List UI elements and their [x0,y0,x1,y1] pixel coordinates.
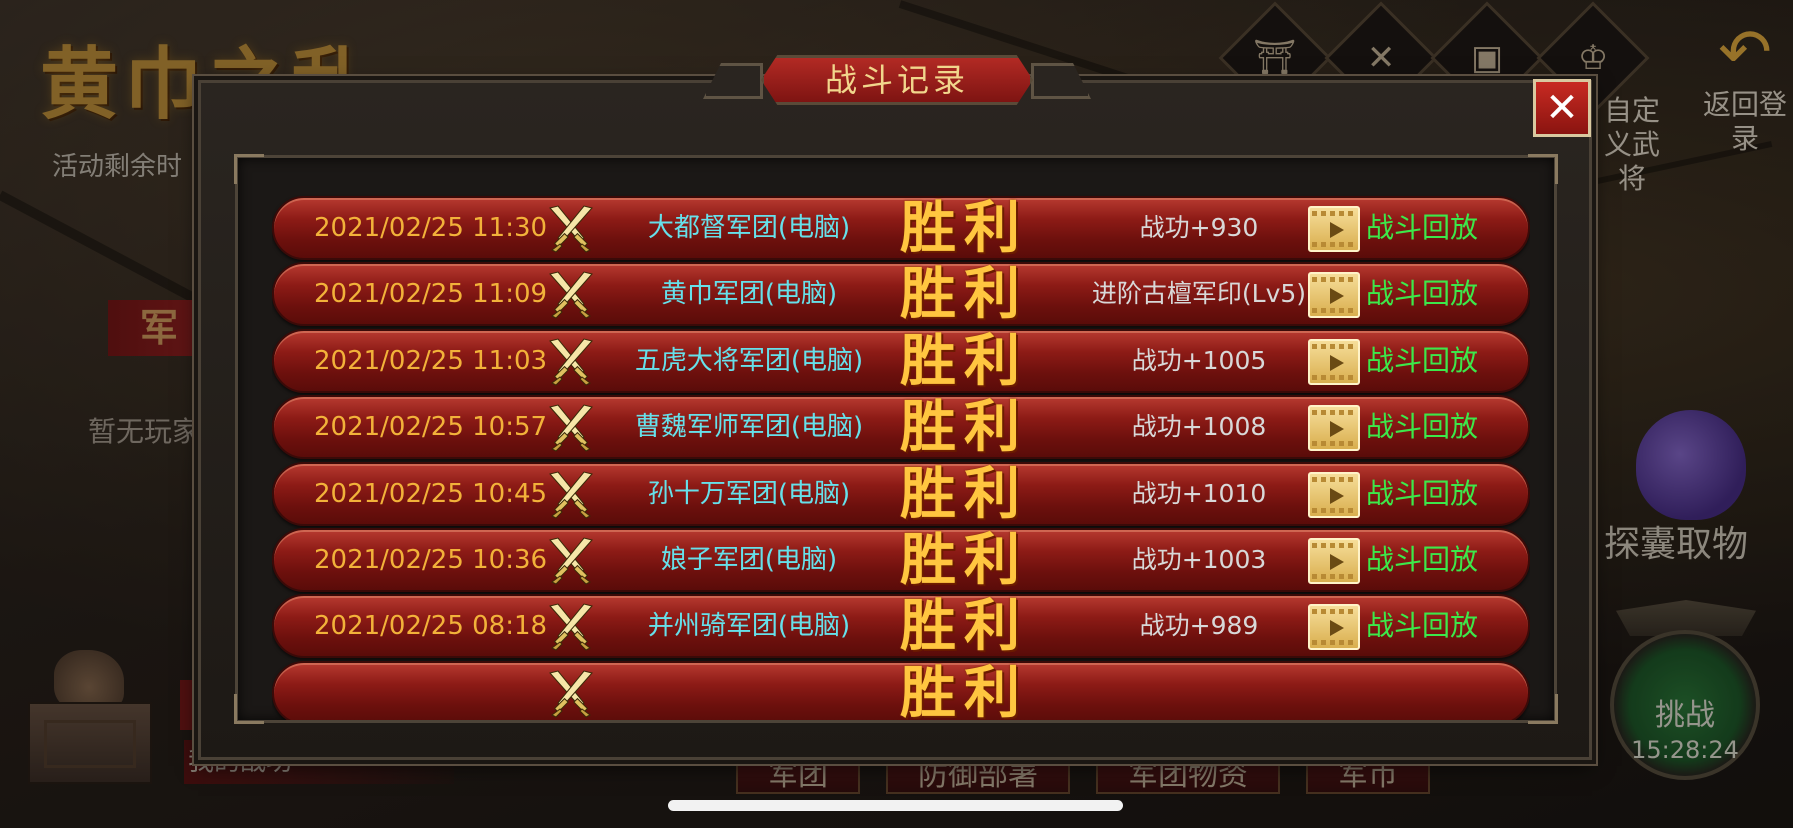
modal-title: 战斗记录 [761,55,1033,105]
frame-corner [1528,694,1558,724]
crossed-swords-icon [549,338,593,386]
replay-button[interactable]: 战斗回放 [1366,331,1478,391]
close-icon: ✕ [1545,85,1579,131]
record-reward: 战功+989 [1139,611,1259,641]
crossed-swords-icon [549,404,593,452]
crossed-swords-icon [549,205,593,253]
crossed-swords-icon [549,670,593,718]
record-result: 胜利 [900,394,1028,461]
record-result: 胜利 [900,593,1028,660]
record-result: 胜利 [900,261,1028,328]
replay-button[interactable]: 战斗回放 [1366,264,1478,324]
record-time: 2021/02/25 10:36 [314,545,548,575]
record-result: 胜利 [900,327,1028,394]
record-result: 胜利 [900,659,1028,720]
crossed-swords-icon [549,537,593,585]
frame-corner [234,694,264,724]
replay-film-icon[interactable] [1308,471,1360,518]
replay-button[interactable]: 战斗回放 [1366,198,1478,258]
battle-record-row: 2021/02/25 10:57 曹魏军师军团(电脑) 胜利 战功+1008 战… [272,394,1530,461]
record-opponent: 黄巾军团(电脑) [660,279,838,310]
replay-button[interactable]: 战斗回放 [1366,464,1478,524]
crossed-swords-icon [549,603,593,651]
replay-button[interactable]: 战斗回放 [1366,596,1478,656]
record-opponent: 并州骑军团(电脑) [647,611,851,642]
record-opponent: 娘子军团(电脑) [660,545,838,575]
record-opponent: 孙十万军团(电脑) [647,478,851,509]
battle-record-row: 2021/02/25 11:09 黄巾军团(电脑) 胜利 进阶古檀军印(Lv5)… [272,261,1530,328]
replay-film-icon[interactable] [1308,604,1360,651]
record-opponent: 大都督军团(电脑) [647,213,851,243]
replay-button[interactable]: 战斗回放 [1366,397,1478,457]
record-time: 2021/02/25 11:09 [314,279,548,310]
record-time: 2021/02/25 08:18 [314,611,548,642]
record-time: 2021/02/25 10:57 [314,412,548,443]
record-reward: 进阶古檀军印(Lv5) [1091,279,1307,309]
record-opponent: 五虎大将军团(电脑) [634,345,864,376]
record-result: 胜利 [900,460,1028,527]
battle-record-row: 2021/02/25 11:30 大都督军团(电脑) 胜利 战功+930 战斗回… [272,196,1530,260]
record-time: 2021/02/25 11:03 [314,345,548,376]
record-result: 胜利 [900,527,1028,593]
record-time: 2021/02/25 10:45 [314,478,548,509]
frame-corner [1528,154,1558,184]
battle-record-row: 胜利 [272,659,1530,720]
close-button[interactable]: ✕ [1533,79,1591,137]
record-result: 胜利 [900,195,1028,261]
crossed-swords-icon [549,471,593,519]
record-reward: 战功+1008 [1131,412,1267,442]
replay-film-icon[interactable] [1308,206,1360,252]
record-reward: 战功+930 [1139,213,1259,242]
home-indicator [668,800,1123,811]
frame-corner [234,154,264,184]
record-opponent: 曹魏军师军团(电脑) [634,412,864,443]
replay-film-icon[interactable] [1308,405,1360,452]
battle-record-row: 2021/02/25 11:03 五虎大将军团(电脑) 胜利 战功+1005 战… [272,327,1530,394]
replay-film-icon[interactable] [1308,338,1360,385]
replay-film-icon[interactable] [1308,272,1360,319]
record-time: 2021/02/25 11:30 [314,213,548,243]
replay-button[interactable]: 战斗回放 [1366,530,1478,590]
record-reward: 战功+1010 [1131,478,1267,508]
replay-film-icon[interactable] [1308,538,1360,584]
record-reward: 战功+1005 [1131,345,1267,375]
crossed-swords-icon [549,271,593,319]
record-list-frame: 2021/02/25 11:30 大都督军团(电脑) 胜利 战功+930 战斗回… [234,154,1558,724]
record-reward: 战功+1003 [1131,545,1267,574]
battle-record-row: 2021/02/25 10:45 孙十万军团(电脑) 胜利 战功+1010 战斗… [272,460,1530,527]
battle-record-list[interactable]: 2021/02/25 11:30 大都督军团(电脑) 胜利 战功+930 战斗回… [272,158,1530,720]
battle-record-row: 2021/02/25 08:18 并州骑军团(电脑) 胜利 战功+989 战斗回… [272,593,1530,660]
battle-record-row: 2021/02/25 10:36 娘子军团(电脑) 胜利 战功+1003 战斗回… [272,528,1530,592]
battle-record-modal: 战斗记录 ✕ 2021/02/25 11:30 大都督军团(电脑) 胜利 战功+… [198,55,1592,760]
